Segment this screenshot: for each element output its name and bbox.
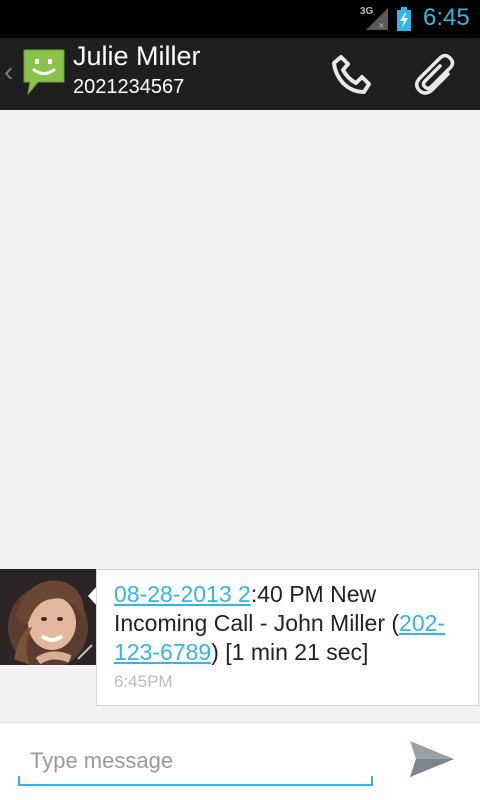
contact-avatar[interactable] [0,569,97,665]
back-chevron-icon[interactable]: ‹ [4,58,13,86]
contact-name: Julie Miller [73,41,201,71]
signal-icon: × [366,8,388,30]
message-text: 08-28-2013 2:40 PM New Incoming Call - J… [114,580,466,667]
message-input[interactable] [18,735,373,787]
clock: 6:45 [423,4,470,31]
composer-bar [0,722,480,800]
message-text-part: ) [1 min 21 sec] [211,639,369,665]
avatar-photo [0,569,97,665]
input-underline [18,784,373,786]
input-underline-right [371,776,373,785]
message-thread[interactable]: 08-28-2013 2:40 PM New Incoming Call - J… [0,110,480,722]
paperclip-icon[interactable] [412,50,460,98]
action-bar: ‹ Julie Miller 2021234567 [0,38,480,110]
contact-number: 2021234567 [73,76,185,98]
message-timestamp: 6:45PM [114,672,173,691]
message-bubble[interactable]: 08-28-2013 2:40 PM New Incoming Call - J… [96,569,479,706]
phone-call-icon[interactable] [328,52,376,96]
date-link[interactable]: 08-28-2013 2 [114,581,251,607]
input-underline-left [18,776,20,785]
messaging-app-icon[interactable] [20,48,66,96]
svg-text:×: × [378,21,385,30]
send-icon[interactable] [404,735,460,783]
battery-charging-icon [397,7,411,31]
status-bar: 3G × 6:45 [0,0,480,38]
